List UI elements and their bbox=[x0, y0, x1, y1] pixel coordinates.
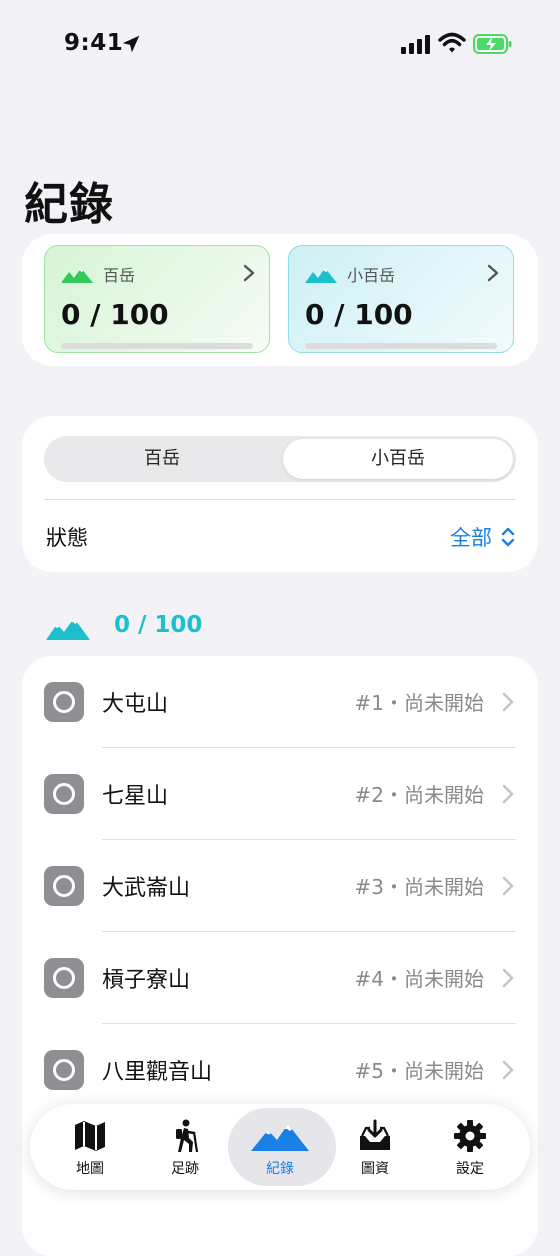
mountain-meta: #2・尚未開始 bbox=[354, 783, 484, 807]
tab-label: 紀錄 bbox=[266, 1161, 294, 1177]
small-hundred-peaks-card[interactable]: 小百岳 0 / 100 bbox=[288, 245, 514, 353]
progress-bar bbox=[61, 343, 253, 349]
tab-bar: 地圖 足跡 紀錄 圖資 設定 bbox=[30, 1104, 530, 1190]
segment-hundred-peaks[interactable]: 百岳 bbox=[44, 436, 280, 482]
page-title: 紀錄 bbox=[24, 179, 114, 230]
progress-panel: 百岳 0 / 100 小百岳 0 / 100 bbox=[22, 234, 538, 366]
tab-map-data[interactable]: 圖資 bbox=[325, 1104, 425, 1190]
mountains-icon bbox=[61, 268, 93, 283]
chevron-right-icon bbox=[243, 264, 255, 282]
chevron-right-icon bbox=[502, 784, 514, 804]
mountains-icon bbox=[305, 268, 337, 283]
tab-footprints[interactable]: 足跡 bbox=[135, 1104, 235, 1190]
chevron-right-icon bbox=[502, 1060, 514, 1080]
mountain-name: 大武崙山 bbox=[102, 876, 191, 901]
card-progress-value: 0 / 100 bbox=[61, 298, 169, 331]
progress-bar bbox=[305, 343, 497, 349]
segment-small-hundred-peaks[interactable]: 小百岳 bbox=[283, 439, 513, 479]
status-circle-icon bbox=[44, 1050, 84, 1090]
chevron-right-icon bbox=[502, 692, 514, 712]
status-circle-icon bbox=[44, 774, 84, 814]
list-item[interactable]: 大屯山 #1・尚未開始 bbox=[22, 656, 538, 748]
tab-map[interactable]: 地圖 bbox=[40, 1104, 140, 1190]
list-item[interactable]: 槓子寮山 #4・尚未開始 bbox=[22, 932, 538, 1024]
wifi-icon bbox=[438, 32, 466, 53]
status-circle-icon bbox=[44, 866, 84, 906]
gear-icon bbox=[454, 1120, 486, 1152]
card-progress-value: 0 / 100 bbox=[305, 298, 413, 331]
status-bar: 9:41 bbox=[0, 0, 560, 90]
mountains-icon bbox=[46, 618, 90, 640]
list-item[interactable]: 七星山 #2・尚未開始 bbox=[22, 748, 538, 840]
tab-settings[interactable]: 設定 bbox=[420, 1104, 520, 1190]
mountain-name: 大屯山 bbox=[102, 692, 169, 717]
category-segmented-control[interactable]: 百岳 小百岳 bbox=[44, 436, 516, 482]
mountain-meta: #5・尚未開始 bbox=[354, 1059, 484, 1083]
tab-label: 設定 bbox=[456, 1161, 484, 1177]
tab-label: 圖資 bbox=[361, 1161, 389, 1177]
download-tray-icon bbox=[360, 1119, 390, 1150]
summary-count: 0 / 100 bbox=[114, 612, 203, 638]
mountain-name: 八里觀音山 bbox=[102, 1060, 213, 1085]
card-label: 百岳 bbox=[103, 266, 136, 285]
location-arrow-icon bbox=[122, 35, 140, 53]
tab-records[interactable]: 紀錄 bbox=[228, 1104, 336, 1190]
map-icon bbox=[75, 1121, 105, 1151]
divider bbox=[44, 499, 516, 500]
cellular-signal-icon bbox=[401, 35, 430, 54]
chevron-right-icon bbox=[502, 876, 514, 896]
battery-charging-icon bbox=[473, 34, 512, 54]
card-label: 小百岳 bbox=[347, 266, 396, 285]
mountain-name: 七星山 bbox=[102, 784, 169, 809]
mountain-meta: #4・尚未開始 bbox=[354, 967, 484, 991]
mountain-meta: #3・尚未開始 bbox=[354, 875, 484, 899]
filter-panel: 百岳 小百岳 狀態 全部 bbox=[22, 416, 538, 572]
status-time: 9:41 bbox=[64, 30, 124, 56]
mountain-meta: #1・尚未開始 bbox=[354, 691, 484, 715]
status-filter-picker[interactable]: 全部 bbox=[450, 522, 492, 552]
mountains-icon bbox=[251, 1124, 309, 1151]
hiker-icon bbox=[176, 1119, 199, 1153]
status-circle-icon bbox=[44, 958, 84, 998]
status-filter-label: 狀態 bbox=[46, 526, 88, 550]
status-circle-icon bbox=[44, 682, 84, 722]
tab-label: 足跡 bbox=[171, 1161, 199, 1177]
list-item[interactable]: 大武崙山 #3・尚未開始 bbox=[22, 840, 538, 932]
chevron-right-icon bbox=[502, 968, 514, 988]
mountain-name: 槓子寮山 bbox=[102, 968, 191, 993]
chevron-right-icon bbox=[487, 264, 499, 282]
list-item[interactable]: 八里觀音山 #5・尚未開始 bbox=[22, 1024, 538, 1116]
tab-label: 地圖 bbox=[76, 1161, 104, 1177]
hundred-peaks-card[interactable]: 百岳 0 / 100 bbox=[44, 245, 270, 353]
chevron-up-down-icon[interactable] bbox=[500, 526, 516, 548]
